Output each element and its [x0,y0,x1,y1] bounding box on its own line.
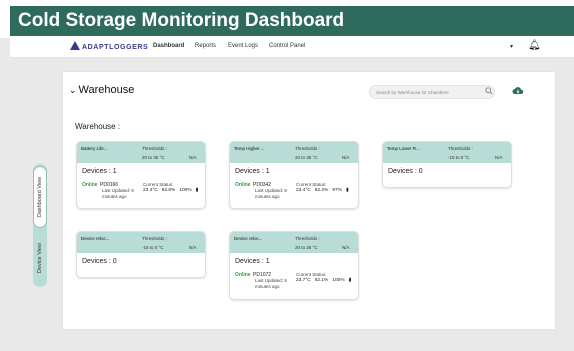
devices-count: Devices : 0 [82,258,117,265]
na-value: N/A [189,155,197,160]
search-input[interactable]: Search by Warehouse Or Chambers [369,85,495,99]
thresholds-value: 20 to 35 °C [295,245,318,250]
nav-control-panel[interactable]: Control Panel [269,43,305,49]
devices-count: Devices : 1 [235,258,270,265]
logo-triangle-icon [70,41,80,50]
chamber-card[interactable]: Device reloc... Thresholds : -15 to 0 °C… [76,231,206,278]
na-value: N/A [342,155,350,160]
status-online: Online [82,182,98,188]
warehouse-label: Warehouse : [75,122,121,131]
humidity-value: 62.1% [314,278,329,283]
thresholds-value: 20 to 35 °C [142,155,165,160]
status-online: Online [235,182,251,188]
tab-dashboard-view[interactable]: Dashboard View [33,166,47,228]
top-navigation: ADAPTLOGGERS Dashboard Reports Event Log… [10,36,574,58]
banner: Cold Storage Monitoring Dashboard [0,0,574,38]
tab-device-view[interactable]: Device View [33,230,47,285]
tab-device-view-label: Device View [37,242,44,273]
thresholds-label: Thresholds : [448,146,473,151]
search-icon[interactable] [485,87,493,95]
last-updated: Last Updated: 9 minutes ago [255,278,287,289]
humidity-value: 62.2% [314,188,329,193]
chamber-name: Device reloc... [234,236,263,241]
nav-dashboard[interactable]: Dashboard [153,43,184,49]
na-value: N/A [495,155,503,160]
card-header: Battery Life... Thresholds : 20 to 35 °C… [77,142,205,163]
current-values: 23.4°C 62.2% 97% ▮ [296,188,353,193]
battery-icon: ▮ [348,278,352,283]
devices-count: Devices : 1 [235,168,270,175]
chevron-down-icon: ⌄ [69,85,77,95]
thresholds-label: Thresholds : [142,236,167,241]
chamber-card[interactable]: Device reloc... Thresholds : 20 to 35 °C… [229,231,359,300]
status-online: Online [235,272,251,278]
tab-dashboard-view-label: Dashboard View [37,176,44,218]
thresholds-value: -15 to 0 °C [142,245,164,250]
nav-reports[interactable]: Reports [195,43,216,49]
current-status-label: Current Status: [296,272,327,277]
temperature-value: 23.7°C [296,278,311,283]
chamber-name: Device reloc... [81,236,110,241]
last-updated: Last Updated: 9 minutes ago [255,188,287,199]
chamber-card[interactable]: Temp Higher ... Thresholds : 20 to 35 °C… [229,141,359,209]
thresholds-value: -15 to 0 °C [448,155,470,160]
na-value: N/A [342,245,350,250]
current-status-label: Current Status: [143,182,174,187]
chamber-name: Battery Life... [81,146,108,151]
banner-title: Cold Storage Monitoring Dashboard [10,6,574,36]
battery-value: 100% [332,278,345,283]
app-logo[interactable]: ADAPTLOGGERS [70,41,148,51]
last-updated: Last Updated: 9 minutes ago [102,188,134,199]
thresholds-label: Thresholds : [295,236,320,241]
card-header: Temp Lower R... Thresholds : -15 to 0 °C… [383,142,511,163]
card-header: Temp Higher ... Thresholds : 20 to 35 °C… [230,142,358,163]
current-status-label: Current Status: [296,182,327,187]
card-header: Device reloc... Thresholds : 20 to 35 °C… [230,232,358,253]
current-values: 23.7°C 62.1% 100% ▮ [296,278,355,283]
thresholds-value: 20 to 35 °C [295,155,318,160]
thresholds-label: Thresholds : [295,146,320,151]
battery-value: 97% [332,188,342,193]
warehouse-header: Warehouse [78,84,135,96]
user-dropdown-chevron-icon[interactable]: ▾ [510,43,513,50]
cloud-download-icon[interactable] [512,86,524,96]
battery-icon: ▮ [195,188,199,193]
chamber-name: Temp Higher ... [234,146,265,151]
devices-count: Devices : 1 [82,168,117,175]
battery-icon: ▮ [345,188,349,193]
current-values: 23.4°C 62.6% 100% ▮ [143,188,202,193]
devices-count: Devices : 0 [388,168,423,175]
chamber-card[interactable]: Temp Lower R... Thresholds : -15 to 0 °C… [382,141,512,188]
battery-value: 100% [179,188,192,193]
temperature-value: 23.4°C [143,188,158,193]
humidity-value: 62.6% [161,188,176,193]
warehouse-section-toggle[interactable]: ⌄ Warehouse [69,84,134,96]
chamber-card[interactable]: Battery Life... Thresholds : 20 to 35 °C… [76,141,206,209]
temperature-value: 23.4°C [296,188,311,193]
alarm-bell-icon[interactable]: 🔔︎ [528,40,541,51]
chamber-name: Temp Lower R... [387,146,420,151]
card-header: Device reloc... Thresholds : -15 to 0 °C… [77,232,205,253]
nav-event-logs[interactable]: Event Logs [228,43,258,49]
thresholds-label: Thresholds : [142,146,167,151]
na-value: N/A [189,245,197,250]
